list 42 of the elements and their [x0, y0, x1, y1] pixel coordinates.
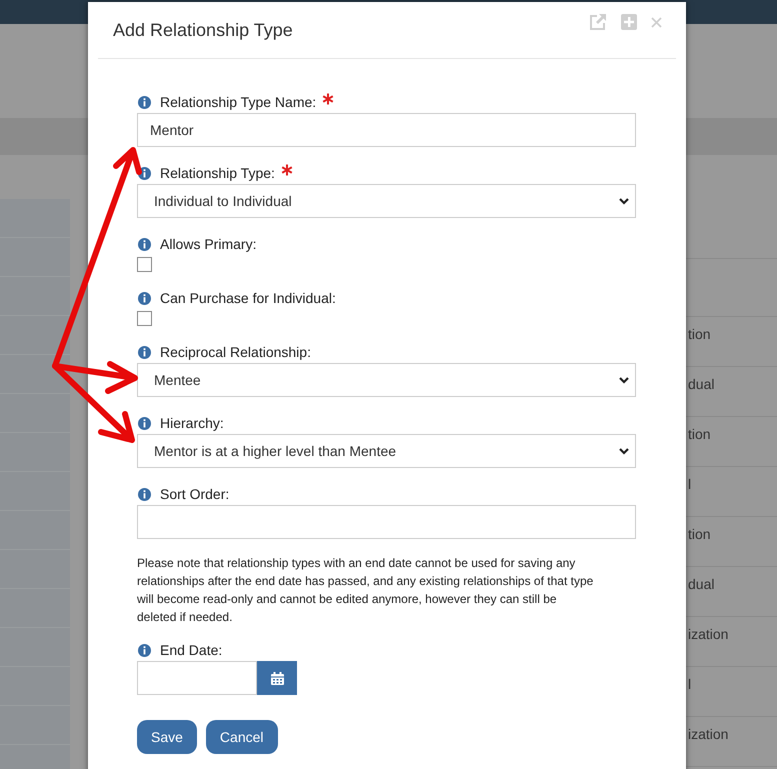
cancel-button[interactable]: Cancel	[206, 720, 278, 754]
input-field[interactable]	[137, 505, 636, 539]
chevron-icon	[619, 376, 629, 384]
table-cell-text: l	[687, 476, 692, 494]
info-icon[interactable]	[138, 96, 151, 108]
table-cell-text: tion	[687, 426, 712, 444]
field-label: Relationship Type Name:	[160, 94, 316, 110]
table-cell-text: dual	[687, 576, 716, 594]
date-field[interactable]	[137, 661, 257, 695]
field-label: Reciprocal Relationship:	[160, 344, 311, 360]
select-field[interactable]: Individual to Individual	[137, 184, 636, 218]
info-icon[interactable]	[138, 416, 151, 430]
table-cell-text: tion	[687, 526, 712, 544]
table-cell-text: dual	[687, 376, 716, 394]
calendar-button[interactable]	[257, 661, 297, 695]
table-cell-text: tion	[687, 326, 712, 344]
checkbox[interactable]	[137, 311, 152, 326]
info-icon[interactable]	[138, 238, 151, 250]
note-text: Please note that relationship types with an end date cannot be used for saving any relationships after the end date has passed, and any existing relationships of that type will become read-only and cannot be edited anymore, however they can still be deleted if needed.	[137, 555, 594, 626]
table-cell-text: ization	[687, 726, 730, 744]
table-cell-text: l	[687, 676, 692, 694]
input-field[interactable]: Mentor	[137, 113, 636, 147]
calendar-icon	[270, 672, 284, 684]
info-icon[interactable]	[138, 292, 151, 304]
table-cell-text: ization	[687, 626, 730, 644]
select-field[interactable]: Mentee	[137, 363, 636, 397]
chevron-icon	[619, 198, 629, 204]
info-icon[interactable]	[138, 488, 151, 500]
field-label: Relationship Type:	[160, 165, 275, 181]
info-icon[interactable]	[138, 166, 151, 180]
field-label: Sort Order:	[160, 486, 230, 502]
field-label: Can Purchase for Individual:	[160, 290, 336, 306]
info-icon[interactable]	[138, 346, 151, 358]
info-icon[interactable]	[138, 644, 151, 656]
save-button[interactable]: Save	[137, 720, 197, 754]
chevron-icon	[619, 448, 629, 454]
field-label: Hierarchy:	[160, 415, 224, 431]
field-label: Allows Primary:	[160, 236, 256, 252]
select-field[interactable]: Mentor is at a higher level than Mentee	[137, 434, 636, 468]
checkbox[interactable]	[137, 257, 152, 272]
field-label: End Date:	[160, 642, 222, 658]
dialog-title: Add Relationship Type	[113, 20, 293, 40]
